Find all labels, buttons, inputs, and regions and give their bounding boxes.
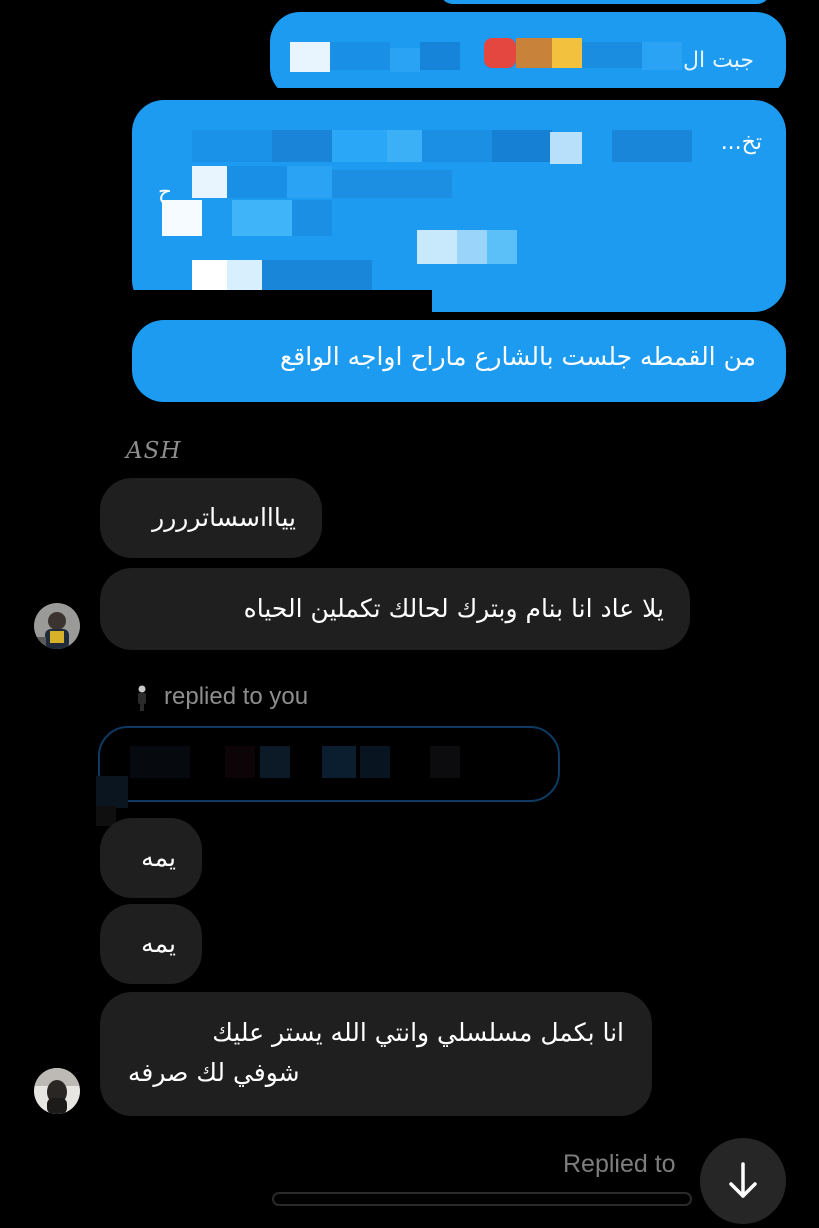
mosaic-block: [582, 42, 642, 68]
mosaic-block: [227, 166, 287, 198]
mosaic-block: [290, 42, 330, 72]
message-text-line: انا بكمل مسلسلي وانتي الله يستر عليك: [212, 1018, 624, 1047]
reply-indicator-label: replied to you: [164, 683, 309, 710]
mosaic-block: [322, 746, 356, 778]
outgoing-message-bubble[interactable]: جبت ال...: [270, 12, 786, 98]
mosaic-block: [417, 230, 457, 264]
mosaic-block: [422, 130, 492, 162]
message-text: من القمطه جلست بالشارع ماراح اواجه الواق…: [279, 342, 756, 371]
incoming-message-bubble[interactable]: يمه: [100, 818, 202, 898]
mosaic-block: [390, 48, 420, 72]
avatar[interactable]: [34, 603, 80, 649]
mosaic-block: [457, 230, 487, 264]
preview-bubble-edge: [272, 1192, 692, 1206]
replied-to-label: Replied to: [563, 1150, 676, 1178]
outgoing-message-bubble[interactable]: تخ... ح: [132, 100, 786, 312]
sender-name: ASH: [126, 438, 182, 464]
message-text: يمه: [141, 929, 176, 958]
mosaic-block: [612, 130, 692, 162]
censor-block: [96, 776, 128, 808]
mosaic-block: [552, 38, 582, 68]
mosaic-block: [292, 200, 332, 236]
mosaic-block: [225, 746, 255, 778]
mosaic-block: [270, 88, 786, 98]
mosaic-block: [332, 170, 452, 198]
scroll-to-bottom-button[interactable]: [700, 1138, 786, 1224]
outgoing-message-bubble[interactable]: من القمطه جلست بالشارع ماراح اواجه الواق…: [132, 320, 786, 402]
mosaic-block: [332, 130, 387, 162]
message-text: يياااسساترررر: [152, 503, 296, 532]
mosaic-block: [162, 200, 202, 236]
mosaic-block: [227, 260, 262, 294]
mosaic-block: [192, 166, 227, 198]
censor-mosaic: [270, 12, 786, 98]
message-text-line: شوفي لك صرفه: [128, 1058, 300, 1087]
mosaic-block: [287, 166, 332, 198]
arrow-down-icon: [729, 1162, 757, 1198]
profile-picture: [34, 1068, 80, 1114]
incoming-message-bubble[interactable]: يلا عاد انا بنام وبترك لحالك تكملين الحي…: [100, 568, 690, 650]
avatar[interactable]: [34, 1068, 80, 1114]
replier-avatar-icon: [136, 685, 148, 711]
censor-mosaic: [100, 728, 558, 800]
profile-picture: [34, 603, 80, 649]
censor-mosaic: [132, 100, 786, 312]
mosaic-block: [387, 130, 422, 162]
mosaic-block: [420, 42, 460, 70]
mosaic-block: [132, 290, 432, 312]
reply-indicator: replied to you: [136, 683, 308, 711]
mosaic-block: [192, 130, 272, 162]
mosaic-block: [260, 746, 290, 778]
mosaic-block: [492, 130, 552, 162]
message-text: يلا عاد انا بنام وبترك لحالك تكملين الحي…: [243, 594, 664, 623]
mosaic-block: [642, 42, 682, 70]
message-text: يمه: [141, 843, 176, 872]
mosaic-block: [330, 42, 390, 70]
mosaic-block: [192, 260, 227, 294]
mosaic-block: [360, 746, 390, 778]
incoming-message-bubble[interactable]: يمه: [100, 904, 202, 984]
mosaic-block: [516, 38, 552, 68]
mosaic-block: [272, 130, 332, 162]
mosaic-block: [487, 230, 517, 264]
mosaic-block: [130, 746, 190, 778]
incoming-message-bubble[interactable]: انا بكمل مسلسلي وانتي الله يستر عليك شوف…: [100, 992, 652, 1116]
quoted-message[interactable]: [98, 726, 560, 802]
mosaic-block: [550, 132, 582, 164]
mosaic-block: [430, 746, 460, 778]
emoji-heart-icon: [484, 38, 516, 68]
previous-outgoing-bubble-edge[interactable]: [440, 0, 770, 4]
mosaic-block: [232, 200, 292, 236]
mosaic-block: [262, 260, 372, 294]
incoming-message-bubble[interactable]: يياااسساترررر: [100, 478, 322, 558]
